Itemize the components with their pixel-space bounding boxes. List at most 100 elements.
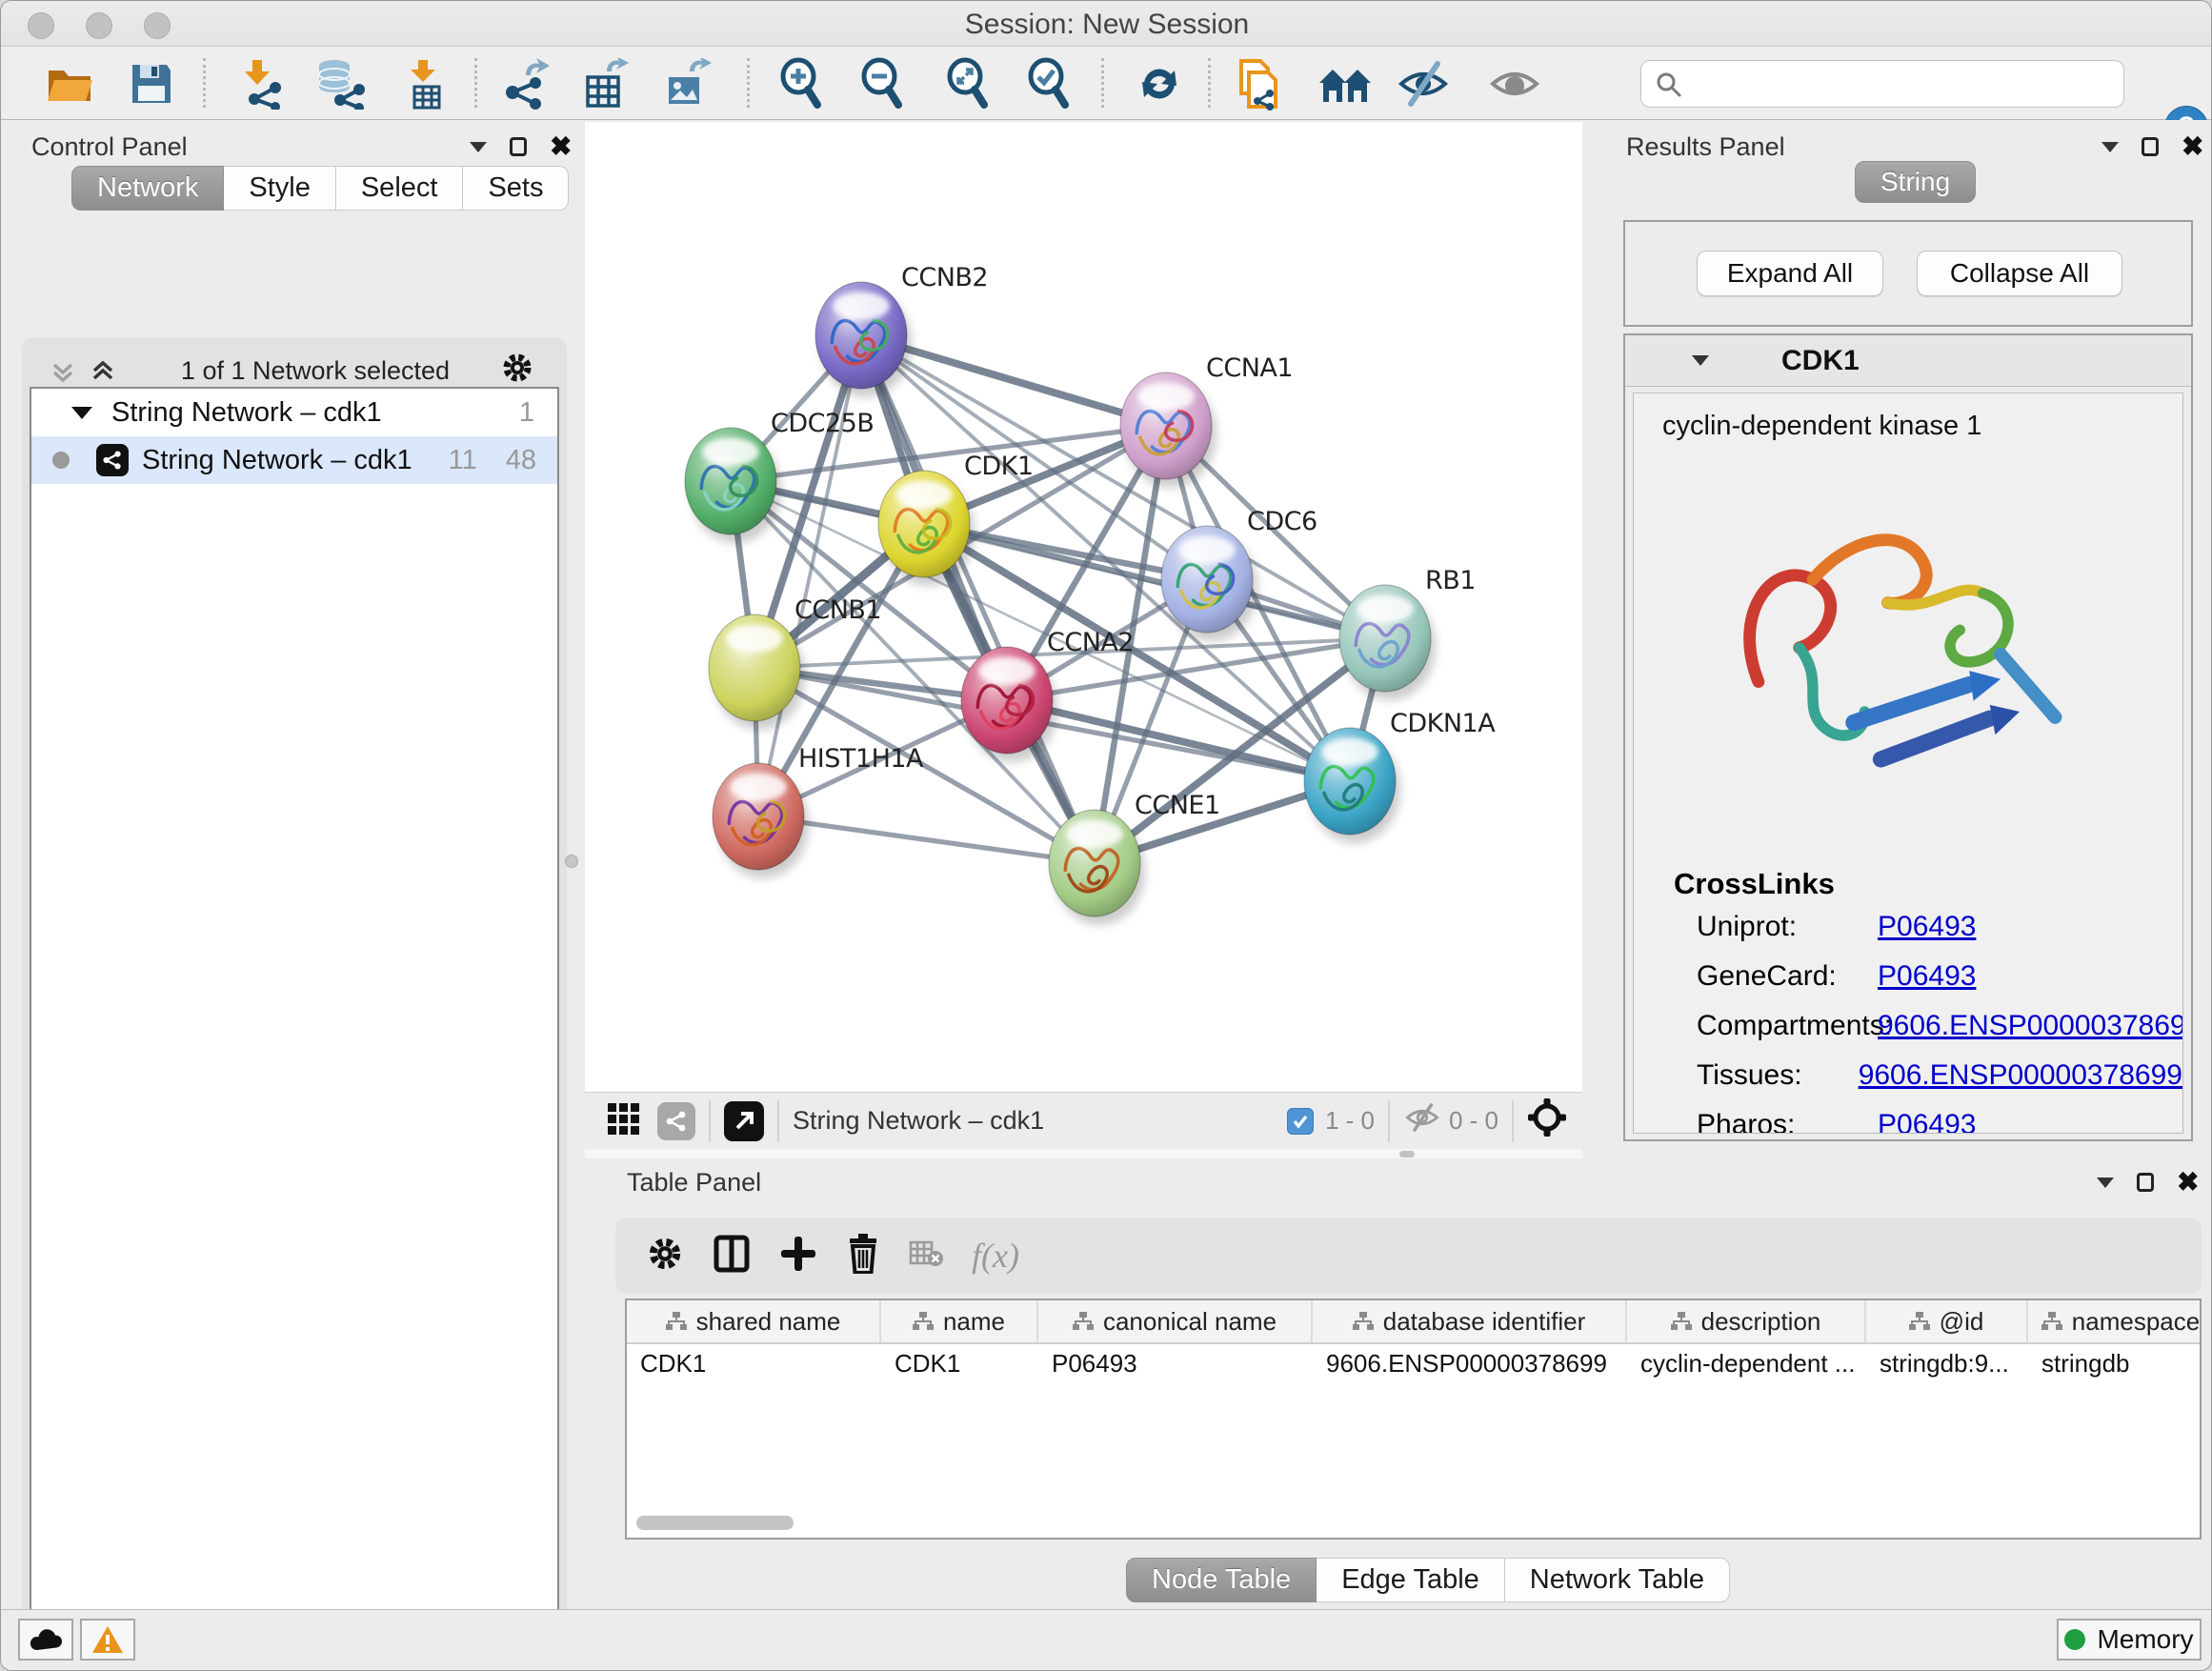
tab-node-table[interactable]: Node Table [1126, 1558, 1317, 1602]
clone-network-button[interactable] [1231, 56, 1286, 111]
crosslink-row: Pharos:P06493 [1674, 1109, 2182, 1134]
network-node-CCNA1[interactable] [1120, 372, 1217, 488]
network-node-CCNE1[interactable] [1049, 810, 1145, 925]
results-panel-close-icon[interactable]: ✖ [2182, 137, 2203, 156]
crosslink-link[interactable]: 9606.ENSP00000378699 [1878, 1010, 2183, 1059]
export-image-button[interactable] [659, 56, 714, 111]
tab-sets[interactable]: Sets [463, 166, 569, 211]
network-node-CCNB2[interactable] [815, 282, 912, 397]
export-table-button[interactable] [578, 56, 633, 111]
import-table-file-button[interactable] [397, 56, 452, 111]
warnings-button[interactable] [80, 1619, 135, 1661]
table-panel-float-icon[interactable] [2137, 1173, 2154, 1192]
control-panel-close-icon[interactable]: ✖ [550, 137, 572, 156]
zoom-fit-button[interactable] [941, 56, 996, 111]
crosslink-link[interactable]: P06493 [1878, 1109, 1976, 1134]
column-header-description[interactable]: description [1627, 1300, 1866, 1342]
tree-expand-icon[interactable] [71, 407, 92, 419]
network-edge-CCNB2-CCNE1[interactable] [861, 335, 1095, 863]
table-cell[interactable]: CDK1 [881, 1344, 1038, 1382]
delete-column-icon[interactable] [846, 1234, 880, 1278]
zoom-selected-button[interactable] [1022, 56, 1077, 111]
apply-layout-button[interactable] [1132, 56, 1187, 111]
tab-network[interactable]: Network [71, 166, 224, 211]
horizontal-splitter[interactable] [585, 1149, 1582, 1158]
table-cell[interactable]: CDK1 [627, 1344, 881, 1382]
column-header-namespace[interactable]: namespace [2028, 1300, 2202, 1342]
show-glass-button[interactable] [1487, 56, 1542, 111]
crosslink-link[interactable]: 9606.ENSP00000378699 [1859, 1059, 2182, 1109]
search-input[interactable] [1691, 69, 2123, 100]
zoom-fit-icon [944, 57, 994, 111]
network-node-CDKN1A[interactable] [1304, 728, 1400, 843]
hide-glass-button[interactable] [1396, 56, 1451, 111]
import-network-from-database-button[interactable] [312, 56, 368, 111]
collapse-all-networks-icon[interactable] [50, 359, 75, 384]
string-home-button[interactable] [1317, 56, 1373, 111]
delete-table-icon[interactable] [909, 1239, 943, 1273]
show-columns-icon[interactable] [713, 1235, 751, 1278]
grid-view-icon[interactable] [606, 1099, 642, 1142]
selected-count-checkbox[interactable] [1287, 1108, 1314, 1135]
network-row[interactable]: String Network – cdk1 11 48 [31, 436, 557, 484]
network-options-gear-icon[interactable] [500, 351, 534, 392]
expand-all-networks-icon[interactable] [90, 359, 115, 384]
detach-view-icon[interactable] [724, 1101, 764, 1141]
column-header-shared-name[interactable]: shared name [627, 1300, 881, 1342]
protein-card-header[interactable]: CDK1 [1625, 335, 2191, 387]
network-collection-row[interactable]: String Network – cdk1 1 [31, 389, 557, 436]
function-builder-button[interactable]: f(x) [972, 1236, 1019, 1276]
tab-edge-table[interactable]: Edge Table [1317, 1558, 1505, 1602]
protein-card-collapse-icon[interactable] [1692, 355, 1709, 366]
zoom-in-button[interactable] [774, 56, 830, 111]
left-splitter-handle[interactable] [565, 855, 578, 868]
horizontal-splitter-handle[interactable] [1399, 1151, 1415, 1158]
network-node-CDC25B[interactable] [685, 428, 781, 543]
network-node-HIST1H1A[interactable] [713, 763, 809, 878]
table-panel-title: Table Panel [627, 1168, 761, 1198]
results-panel-float-icon[interactable] [2142, 137, 2159, 156]
table-row[interactable]: CDK1CDK1P064939606.ENSP00000378699cyclin… [627, 1344, 2200, 1382]
tab-select[interactable]: Select [336, 166, 464, 211]
results-panel-menu-icon[interactable] [2101, 142, 2119, 152]
column-header-name[interactable]: name [881, 1300, 1038, 1342]
crosslink-link[interactable]: P06493 [1878, 960, 1976, 1010]
export-network-button[interactable] [499, 56, 554, 111]
column-header-database-identifier[interactable]: database identifier [1313, 1300, 1627, 1342]
birds-eye-toggle-icon[interactable] [1527, 1097, 1567, 1144]
tab-network-table[interactable]: Network Table [1505, 1558, 1730, 1602]
network-node-RB1[interactable] [1339, 585, 1436, 700]
cloud-status-button[interactable] [18, 1619, 73, 1661]
column-header-canonical-name[interactable]: canonical name [1038, 1300, 1313, 1342]
table-cell[interactable]: cyclin-dependent ... [1627, 1344, 1866, 1382]
table-cell[interactable]: 9606.ENSP00000378699 [1313, 1344, 1627, 1382]
table-panel-close-icon[interactable]: ✖ [2177, 1173, 2199, 1192]
save-session-button[interactable] [124, 56, 179, 111]
network-overview-icon[interactable] [657, 1102, 695, 1140]
memory-button[interactable]: Memory [2057, 1619, 2202, 1661]
crosslink-link[interactable]: P06493 [1878, 911, 1976, 960]
control-panel-menu-icon[interactable] [470, 142, 487, 152]
table-horizontal-scrollbar[interactable] [636, 1516, 794, 1530]
expand-all-button[interactable]: Expand All [1697, 251, 1883, 296]
network-canvas[interactable]: CCNB2CCNA1CDC25BCDK1CDC6RB1CCNB1CCNA2CDK… [585, 122, 1582, 1092]
zoom-out-button[interactable] [855, 56, 911, 111]
open-session-button[interactable] [42, 56, 97, 111]
crosslink-label: Uniprot: [1697, 911, 1878, 960]
toolbar-search[interactable] [1640, 60, 2124, 108]
network-node-CCNA2[interactable] [961, 647, 1057, 762]
warning-icon [91, 1625, 124, 1654]
column-header-id[interactable]: @id [1866, 1300, 2028, 1342]
table-options-gear-icon[interactable] [646, 1235, 684, 1278]
table-cell[interactable]: P06493 [1038, 1344, 1313, 1382]
network-node-CDK1[interactable] [878, 471, 975, 586]
table-panel-menu-icon[interactable] [2097, 1178, 2114, 1188]
table-cell[interactable]: stringdb [2028, 1344, 2202, 1382]
tab-style[interactable]: Style [224, 166, 335, 211]
add-column-icon[interactable] [779, 1235, 817, 1278]
import-network-file-button[interactable] [231, 56, 287, 111]
tab-string[interactable]: String [1855, 161, 1976, 203]
collapse-all-button[interactable]: Collapse All [1917, 251, 2122, 296]
table-cell[interactable]: stringdb:9... [1866, 1344, 2028, 1382]
control-panel-float-icon[interactable] [510, 137, 527, 156]
